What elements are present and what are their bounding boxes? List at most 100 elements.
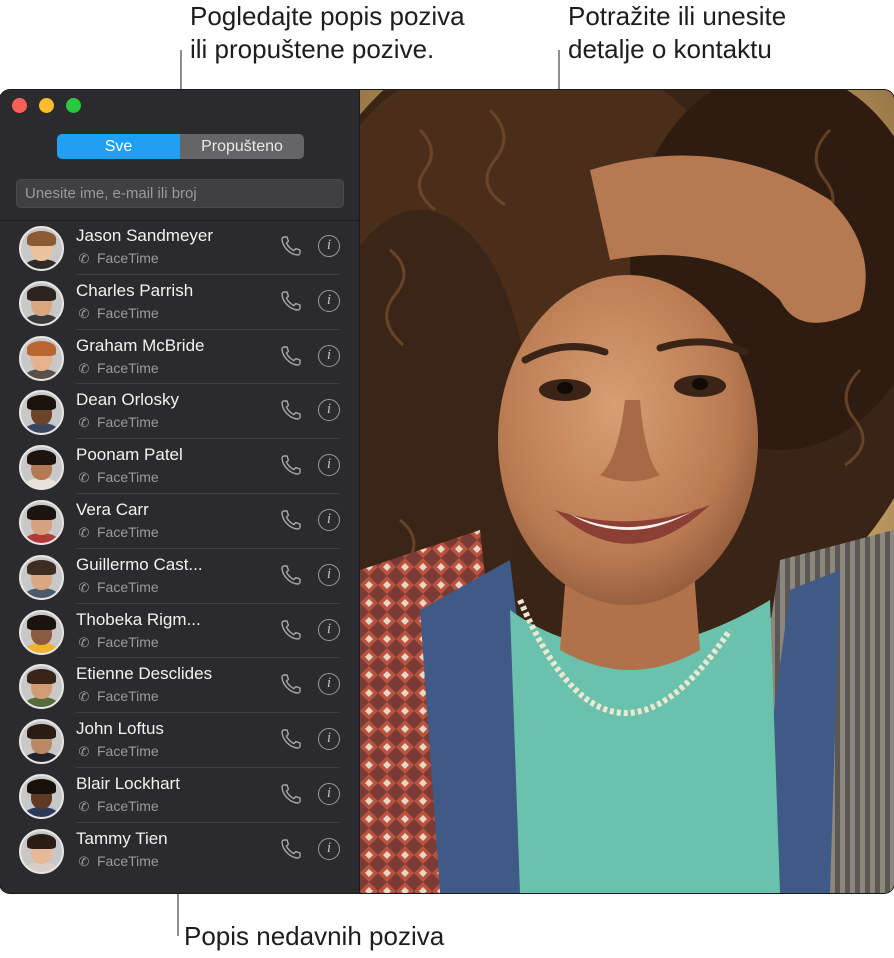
avatar (19, 554, 64, 600)
phone-icon[interactable] (279, 563, 303, 587)
avatar (19, 609, 64, 655)
phone-small-icon: ✆ (78, 634, 90, 650)
info-icon[interactable]: i (318, 782, 340, 805)
avatar (19, 226, 64, 271)
contact-name: Blair Lockhart (76, 773, 180, 793)
call-type-label: FaceTime (97, 359, 159, 376)
info-icon[interactable]: i (318, 508, 340, 531)
phone-small-icon: ✆ (78, 689, 90, 705)
call-type-label: FaceTime (97, 797, 159, 814)
call-type: ✆ FaceTime (76, 469, 159, 486)
call-type-label: FaceTime (97, 469, 159, 486)
info-icon[interactable]: i (318, 399, 340, 422)
phone-icon[interactable] (279, 398, 303, 422)
search-input[interactable]: Unesite ime, e-mail ili broj (16, 179, 344, 208)
contact-name: Etienne Desclides (76, 664, 213, 684)
facetime-window: Sve Propušteno Unesite ime, e-mail ili b… (0, 90, 894, 893)
phone-icon[interactable] (279, 289, 303, 313)
phone-small-icon: ✆ (78, 360, 90, 376)
call-type: ✆ FaceTime (76, 579, 159, 596)
zoom-window-button[interactable] (66, 98, 81, 113)
info-icon[interactable]: i (318, 344, 340, 367)
phone-icon[interactable] (279, 727, 303, 751)
phone-small-icon: ✆ (78, 251, 90, 266)
phone-icon[interactable] (279, 837, 303, 861)
minimize-window-button[interactable] (39, 98, 54, 113)
call-row[interactable]: Poonam Patel ✆ FaceTime i (0, 439, 360, 494)
avatar (19, 664, 64, 710)
call-type: ✆ FaceTime (76, 853, 159, 870)
call-type-label: FaceTime (97, 688, 159, 705)
call-type: ✆ FaceTime (76, 634, 159, 651)
info-icon[interactable]: i (318, 837, 340, 860)
call-type: ✆ FaceTime (76, 250, 159, 267)
phone-small-icon: ✆ (78, 579, 90, 595)
avatar (19, 828, 64, 874)
info-icon[interactable]: i (318, 673, 340, 696)
phone-small-icon: ✆ (78, 744, 90, 760)
callout-search: Potražite ili unesite detalje o kontaktu (568, 1, 787, 64)
contact-name: Thobeka Rigm... (76, 609, 201, 629)
filter-missed-button[interactable]: Propušteno (180, 134, 304, 159)
contact-name: Charles Parrish (76, 280, 194, 300)
phone-icon[interactable] (279, 453, 303, 477)
filter-all-button[interactable]: Sve (57, 134, 180, 159)
phone-small-icon: ✆ (78, 470, 90, 486)
callout-filter: Pogledajte popis poziva ili propuštene p… (190, 1, 465, 64)
video-feed (360, 90, 894, 893)
close-window-button[interactable] (12, 98, 27, 113)
contact-name: Graham McBride (76, 335, 205, 355)
avatar (19, 445, 64, 491)
call-type: ✆ FaceTime (76, 305, 159, 322)
info-icon[interactable]: i (318, 454, 340, 477)
info-icon[interactable]: i (318, 618, 340, 641)
info-icon[interactable]: i (318, 235, 340, 257)
phone-small-icon: ✆ (78, 524, 90, 540)
call-row[interactable]: Blair Lockhart ✆ FaceTime i (0, 768, 360, 823)
call-type-label: FaceTime (97, 523, 159, 540)
call-type-label: FaceTime (97, 414, 159, 431)
call-row[interactable]: Guillermo Cast... ✆ FaceTime i (0, 549, 360, 604)
phone-small-icon: ✆ (78, 305, 90, 321)
call-type-label: FaceTime (97, 578, 159, 595)
call-type: ✆ FaceTime (76, 688, 159, 705)
avatar (19, 335, 64, 381)
phone-icon[interactable] (279, 618, 303, 642)
call-type-label: FaceTime (97, 852, 159, 869)
recent-calls-list: Jason Sandmeyer ✆ FaceTime i Charles Parr… (0, 220, 360, 878)
call-row[interactable]: Tammy Tien ✆ FaceTime i (0, 823, 360, 878)
contact-name: Vera Carr (76, 499, 149, 519)
call-row[interactable]: Vera Carr ✆ FaceTime i (0, 494, 360, 549)
avatar (19, 280, 64, 326)
call-type-label: FaceTime (97, 743, 159, 760)
phone-icon[interactable] (279, 344, 303, 368)
phone-icon[interactable] (279, 234, 303, 258)
call-type: ✆ FaceTime (76, 414, 159, 431)
phone-small-icon: ✆ (78, 853, 90, 869)
leader-recents-vertical (177, 893, 179, 936)
avatar (19, 499, 64, 545)
call-filter-control: Sve Propušteno (57, 134, 304, 159)
contact-name: Jason Sandmeyer (76, 226, 214, 245)
info-icon[interactable]: i (318, 563, 340, 586)
call-row[interactable]: Etienne Desclides ✆ FaceTime i (0, 658, 360, 714)
call-row[interactable]: Dean Orlosky ✆ FaceTime i (0, 384, 360, 440)
phone-small-icon: ✆ (78, 798, 90, 814)
call-type-label: FaceTime (97, 633, 159, 650)
call-row[interactable]: Graham McBride ✆ FaceTime i (0, 330, 360, 385)
info-icon[interactable]: i (318, 289, 340, 312)
phone-icon[interactable] (279, 672, 303, 696)
contact-name: Dean Orlosky (76, 390, 179, 410)
call-row[interactable]: John Loftus ✆ FaceTime i (0, 713, 360, 768)
phone-icon[interactable] (279, 782, 303, 806)
info-icon[interactable]: i (318, 728, 340, 751)
call-row[interactable]: Jason Sandmeyer ✆ FaceTime i (0, 220, 360, 275)
call-type-label: FaceTime (97, 250, 159, 266)
sidebar: Sve Propušteno Unesite ime, e-mail ili b… (0, 90, 360, 893)
call-row[interactable]: Charles Parrish ✆ FaceTime i (0, 275, 360, 330)
call-row[interactable]: Thobeka Rigm... ✆ FaceTime i (0, 604, 360, 659)
contact-name: John Loftus (76, 719, 164, 739)
call-type: ✆ FaceTime (76, 524, 159, 541)
phone-icon[interactable] (279, 508, 303, 532)
call-type: ✆ FaceTime (76, 798, 159, 815)
